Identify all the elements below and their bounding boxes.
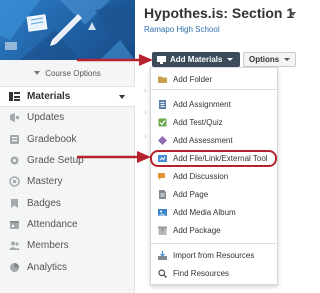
chevron-right-icon[interactable]: › (144, 131, 147, 141)
menu-item-add-test-quiz[interactable]: Add Test/Quiz (151, 113, 277, 131)
sidebar-item-updates[interactable]: Updates (0, 107, 135, 128)
menu-item-add-page[interactable]: Add Page (151, 185, 277, 203)
sidebar-item-gradebook[interactable]: Gradebook (0, 129, 135, 150)
sidebar-item-members[interactable]: Members (0, 235, 135, 256)
chevron-down-icon (227, 58, 234, 61)
add-materials-menu: Add Folder Add Assignment Add Test/Quiz (150, 67, 278, 285)
chevron-down-icon[interactable] (290, 12, 296, 16)
main-content: Hypothes.is: Section 1 Ramapo High Schoo… (136, 0, 300, 293)
mastery-icon (8, 176, 20, 188)
menu-item-label: Find Resources (173, 268, 230, 278)
page-icon (158, 189, 167, 199)
menu-divider (151, 89, 277, 90)
members-icon (8, 240, 20, 252)
import-icon (158, 250, 167, 260)
menu-item-label: Add Assignment (173, 99, 231, 109)
folder-icon (158, 75, 167, 84)
test-quiz-icon (158, 118, 167, 127)
sidebar-item-mastery[interactable]: Mastery (0, 171, 135, 192)
options-label: Options (249, 55, 280, 64)
package-icon (158, 226, 167, 235)
analytics-icon (8, 261, 20, 273)
lms-course-page: Course Options Materials Updates Gradebo… (0, 0, 300, 293)
attendance-icon (8, 218, 20, 230)
menu-item-label: Import from Resources (173, 250, 255, 260)
school-link[interactable]: Ramapo High School (144, 25, 220, 34)
sidebar-item-badges[interactable]: Badges (0, 192, 135, 213)
menu-item-import-from-resources[interactable]: Import from Resources (151, 246, 277, 264)
menu-item-label: Add Media Album (173, 207, 236, 217)
menu-divider (151, 243, 277, 244)
annotation-highlight-box (150, 150, 277, 167)
menu-item-add-assessment[interactable]: Add Assessment (151, 131, 277, 149)
sidebar-item-label: Updates (27, 112, 65, 124)
sidebar-item-materials[interactable]: Materials (0, 86, 135, 108)
sidebar-item-analytics[interactable]: Analytics (0, 256, 135, 277)
menu-item-add-discussion[interactable]: Add Discussion (151, 167, 277, 185)
chevron-right-icon[interactable]: › (144, 85, 147, 95)
chevron-down-icon (284, 58, 291, 61)
sidebar-nav: Materials Updates Gradebook Grade Setup … (0, 86, 135, 278)
course-options-label: Course Options (45, 68, 101, 78)
annotation-arrow-icon (77, 54, 153, 66)
chevron-down-icon (119, 94, 125, 99)
add-materials-icon (157, 55, 166, 64)
media-album-icon (158, 208, 167, 217)
sidebar-item-label: Gradebook (27, 133, 77, 145)
add-materials-button[interactable]: Add Materials (152, 52, 240, 67)
banner-illustration (0, 0, 135, 60)
menu-item-label: Add Assessment (173, 135, 233, 145)
menu-item-add-package[interactable]: Add Package (151, 221, 277, 239)
gradebook-icon (8, 133, 20, 145)
sidebar-item-label: Materials (27, 91, 71, 103)
chevron-down-icon (34, 71, 41, 75)
course-banner-image (0, 0, 135, 60)
grade-setup-icon (8, 155, 20, 167)
sidebar-item-label: Attendance (27, 218, 78, 230)
sidebar-item-label: Members (27, 240, 69, 252)
add-materials-label: Add Materials (170, 55, 223, 64)
badges-icon (8, 197, 20, 209)
discussion-icon (158, 172, 167, 181)
chevron-right-icon[interactable]: › (144, 107, 147, 117)
menu-item-label: Add Test/Quiz (173, 117, 223, 127)
course-sidebar: Course Options Materials Updates Gradebo… (0, 0, 135, 293)
materials-icon (8, 91, 20, 103)
find-resources-icon (158, 268, 167, 278)
page-title: Hypothes.is: Section 1 (144, 5, 295, 21)
annotation-arrow-icon (77, 151, 151, 163)
sidebar-item-label: Badges (27, 197, 61, 209)
menu-item-find-resources[interactable]: Find Resources (151, 264, 277, 282)
updates-icon (8, 112, 20, 124)
menu-item-label: Add Discussion (173, 171, 229, 181)
options-button[interactable]: Options (243, 52, 296, 67)
menu-item-add-assignment[interactable]: Add Assignment (151, 95, 277, 113)
menu-item-label: Add Package (173, 225, 221, 235)
sidebar-item-attendance[interactable]: Attendance (0, 214, 135, 235)
sidebar-item-label: Analytics (27, 261, 68, 273)
assessment-icon (158, 135, 167, 145)
menu-item-add-folder[interactable]: Add Folder (151, 70, 277, 88)
assignment-icon (158, 99, 167, 109)
menu-item-label: Add Folder (173, 74, 213, 84)
sidebar-item-label: Mastery (27, 176, 63, 188)
menu-item-label: Add Page (173, 189, 209, 199)
menu-item-add-media-album[interactable]: Add Media Album (151, 203, 277, 221)
